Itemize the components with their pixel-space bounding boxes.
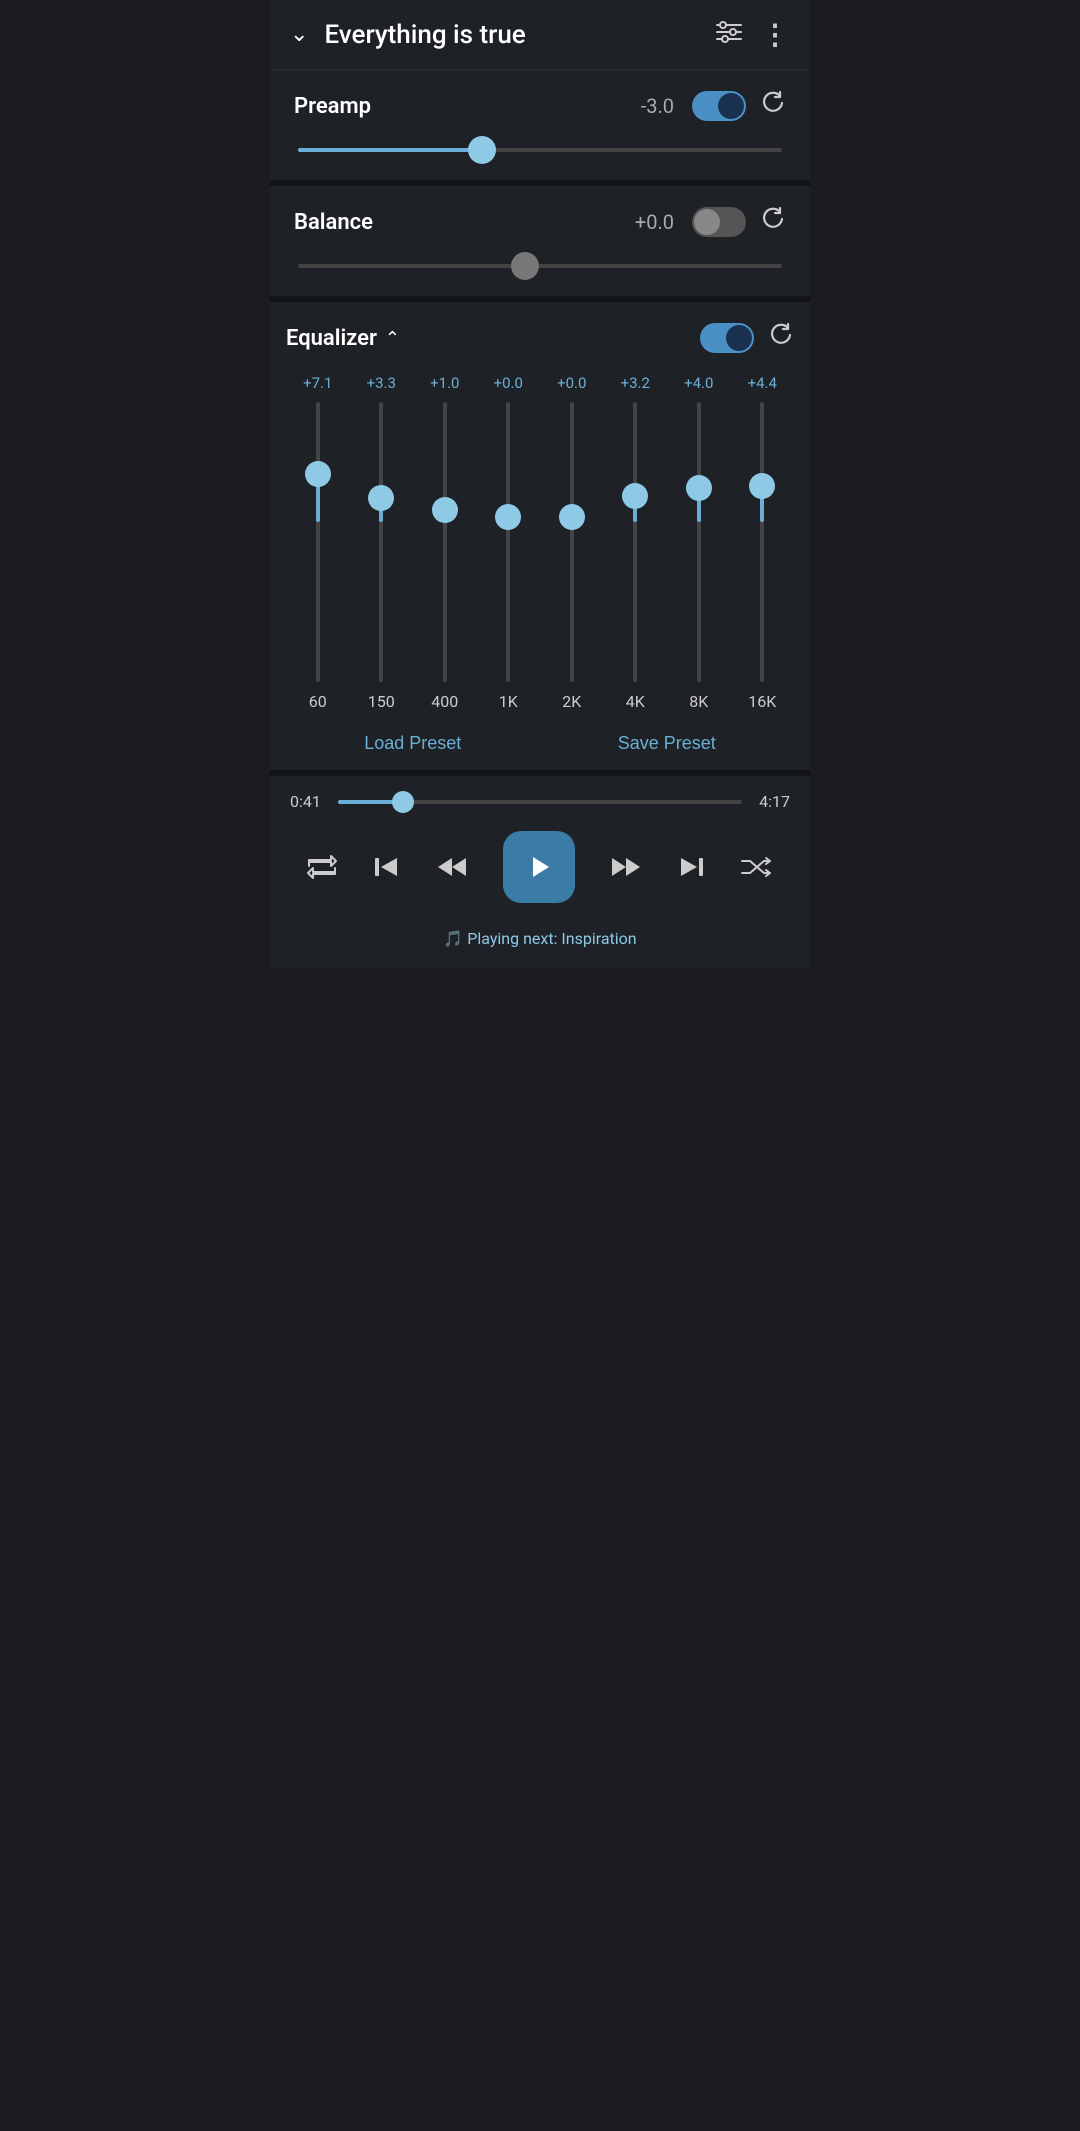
eq-toggle-knob [726,325,752,351]
save-preset-button[interactable]: Save Preset [618,733,716,754]
eq-freq-label-band-6: 8K [667,692,731,711]
preamp-slider-thumb[interactable] [468,136,496,164]
eq-vslider-track-band-3[interactable] [506,402,510,682]
preamp-toggle-knob [718,93,744,119]
eq-vslider-track-band-7[interactable] [760,402,764,682]
eq-vslider-track-band-4[interactable] [570,402,574,682]
eq-slider-thumb-band-0[interactable] [305,461,331,487]
balance-value: +0.0 [635,210,674,234]
balance-label: Balance [294,210,635,235]
eq-slider-thumb-band-6[interactable] [686,475,712,501]
eq-freq-label-band-0: 60 [286,692,350,711]
eq-freq-label-band-1: 150 [350,692,414,711]
prev-button[interactable] [371,854,401,880]
header-icons: ⋮ [715,18,790,51]
eq-value-band-6: +4.0 [667,374,731,392]
eq-value-band-3: +0.0 [477,374,541,392]
preamp-value: -3.0 [641,94,674,118]
eq-value-band-0: +7.1 [286,374,350,392]
playing-next: 🎵 Playing next: Inspiration [290,921,790,948]
eq-value-band-4: +0.0 [540,374,604,392]
repeat-button[interactable] [306,854,338,880]
total-time: 4:17 [754,792,790,811]
eq-collapse-icon[interactable]: ⌃ [385,328,700,349]
eq-slider-col-band-2 [413,402,477,682]
eq-slider-col-band-5 [604,402,668,682]
eq-slider-thumb-band-5[interactable] [622,483,648,509]
eq-slider-thumb-band-3[interactable] [495,504,521,530]
preamp-slider-track[interactable] [298,148,782,152]
eq-slider-thumb-band-1[interactable] [368,485,394,511]
eq-slider-col-band-6 [667,402,731,682]
progress-track[interactable] [338,800,742,804]
eq-sliders-row [286,402,794,682]
eq-value-band-5: +3.2 [604,374,668,392]
preamp-reset-icon[interactable] [760,90,786,122]
eq-vslider-track-band-2[interactable] [443,402,447,682]
eq-freq-label-band-5: 4K [604,692,668,711]
more-icon[interactable]: ⋮ [761,18,790,51]
next-button[interactable] [677,854,707,880]
eq-preset-row: Load Preset Save Preset [286,733,794,754]
preamp-section: Preamp -3.0 [270,70,810,186]
eq-slider-thumb-band-2[interactable] [432,497,458,523]
controls-row [290,831,790,903]
eq-freq-label-band-3: 1K [477,692,541,711]
balance-toggle[interactable] [692,207,746,237]
eq-slider-thumb-band-4[interactable] [559,504,585,530]
load-preset-button[interactable]: Load Preset [364,733,461,754]
eq-reset-icon[interactable] [768,322,794,354]
preamp-header: Preamp -3.0 [294,90,786,122]
play-button[interactable] [503,831,575,903]
balance-section: Balance +0.0 [270,186,810,302]
eq-vslider-track-band-5[interactable] [633,402,637,682]
eq-slider-thumb-band-7[interactable] [749,473,775,499]
eq-value-band-1: +3.3 [350,374,414,392]
song-title: Everything is true [324,20,715,50]
eq-header: Equalizer ⌃ [286,322,794,354]
progress-row: 0:41 4:17 [290,792,790,811]
eq-value-band-2: +1.0 [413,374,477,392]
eq-slider-col-band-4 [540,402,604,682]
eq-vslider-track-band-0[interactable] [316,402,320,682]
balance-toggle-knob [694,209,720,235]
shuffle-button[interactable] [739,854,773,880]
progress-thumb[interactable] [392,791,414,813]
current-time: 0:41 [290,792,326,811]
eq-freq-label-band-4: 2K [540,692,604,711]
balance-slider-track[interactable] [298,264,782,268]
playback-section: 0:41 4:17 [270,776,810,968]
eq-vslider-track-band-6[interactable] [697,402,701,682]
eq-freq-label-band-2: 400 [413,692,477,711]
eq-freq-label-band-7: 16K [731,692,795,711]
eq-toggle[interactable] [700,323,754,353]
fastforward-button[interactable] [608,854,644,880]
rewind-button[interactable] [434,854,470,880]
eq-value-band-7: +4.4 [731,374,795,392]
eq-slider-col-band-1 [350,402,414,682]
eq-values-row: +7.1+3.3+1.0+0.0+0.0+3.2+4.0+4.4 [286,374,794,392]
balance-header: Balance +0.0 [294,206,786,238]
eq-slider-col-band-7 [731,402,795,682]
balance-reset-icon[interactable] [760,206,786,238]
eq-slider-col-band-0 [286,402,350,682]
balance-slider-container [294,256,786,276]
preamp-label: Preamp [294,94,641,119]
preamp-toggle[interactable] [692,91,746,121]
header: ⌄ Everything is true ⋮ [270,0,810,70]
preamp-slider-container [294,140,786,160]
eq-freq-row: 601504001K2K4K8K16K [286,692,794,711]
eq-label: Equalizer [286,326,377,351]
eq-vslider-track-band-1[interactable] [379,402,383,682]
settings-icon[interactable] [715,20,743,50]
equalizer-section: Equalizer ⌃ +7.1+3.3+1.0+0.0+0.0+3.2+4.0… [270,302,810,776]
eq-slider-col-band-3 [477,402,541,682]
balance-slider-thumb[interactable] [511,252,539,280]
collapse-chevron[interactable]: ⌄ [290,22,308,47]
